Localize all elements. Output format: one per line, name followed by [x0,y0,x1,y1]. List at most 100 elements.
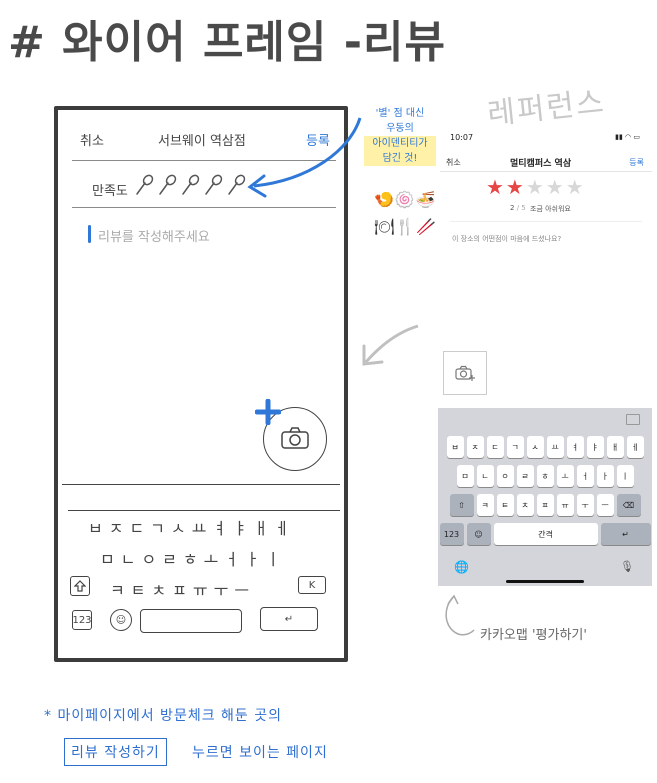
keyboard-top-line [62,484,340,485]
review-input[interactable]: 리뷰를 작성해주세요 [98,226,210,245]
key[interactable]: ㅂ [446,436,464,458]
key[interactable]: ㄷ [486,436,504,458]
emoji-key[interactable]: ☺ [110,609,132,631]
arrow-icon [445,594,475,636]
arrow-icon [247,117,362,198]
key[interactable]: ㅁ [456,465,474,487]
space-key[interactable] [140,609,242,633]
cancel-button[interactable]: 취소 [446,157,461,168]
keyboard-row-1[interactable]: ㅂㅈㄷㄱㅅㅛㅕㅑㅐㅔ [88,515,295,539]
keyboard-row-3[interactable]: ㅋㅌㅊㅍㅠㅜㅡ [110,577,255,601]
camera-plus-icon [455,365,475,381]
text-cursor [88,225,91,243]
key[interactable]: ㅓ [576,465,594,487]
store-name: 멀티캠퍼스 역삼 [510,159,572,169]
camera-icon [281,427,309,449]
review-question-input[interactable]: 이 장소의 어떤점이 마음에 드셨나요? [452,234,561,244]
score-total: / 5 [516,204,526,212]
key[interactable]: ㅑ [586,436,604,458]
annotation-line: '별' 점 대신 [375,108,425,119]
reference-screen: 10:07 ▮▮ ◠ ▭ 취소 멀티캠퍼스 역삼 등록 ★★★★★ 2 / 5 … [440,127,652,255]
key[interactable]: ㅊ [516,494,534,516]
utensil-icons: 🍽🍴🥢 [374,217,438,236]
space-key[interactable]: 간격 [493,523,598,545]
reference-keyboard: ㅂ ㅈ ㄷ ㄱ ㅅ ㅛ ㅕ ㅑ ㅐ ㅔ ㅁ ㄴ ㅇ ㄹ ㅎ ㅗ ㅓ ㅏ ㅣ ⇧ … [438,408,652,586]
reference-caption: 카카오맵 '평가하기' [480,628,587,643]
spoon-icon[interactable] [203,174,223,196]
key[interactable]: ㅌ [496,494,514,516]
star-icon[interactable]: ★★★ [526,175,586,199]
star-rating[interactable]: ★★★★★ [486,175,586,199]
microphone-icon[interactable]: 🎙 [620,560,634,573]
number-key[interactable]: 123 [439,523,464,545]
page-title: # 와이어 프레임 -리뷰 [8,17,446,68]
key[interactable]: ㅈ [466,436,484,458]
shift-key[interactable] [70,576,90,596]
arrow-icon [362,324,419,366]
key[interactable]: ㅜ [576,494,594,516]
enter-key[interactable]: ↵ [600,523,651,545]
rating-divider [72,207,336,208]
key[interactable]: ㅡ [596,494,614,516]
note-line-1: * 마이페이지에서 방문체크 해둔 곳의 [44,708,282,724]
plus-icon [255,399,281,425]
key[interactable]: ㅠ [556,494,574,516]
photo-add-button[interactable] [443,351,487,395]
cancel-button[interactable]: 취소 [80,130,104,149]
keyboard-row-3: ⇧ ㅋ ㅌ ㅊ ㅍ ㅠ ㅜ ㅡ ⌫ [438,494,652,516]
key[interactable]: ㄱ [506,436,524,458]
score-number: 2 [510,204,515,212]
reference-label: 레퍼런스 [485,84,608,133]
key[interactable]: ㅣ [616,465,634,487]
submit-button[interactable]: 등록 [629,157,644,168]
food-icons: 🍤🍥🍜 [374,190,437,209]
annotation-line: 우동의 [386,123,414,134]
key[interactable]: ㅎ [536,465,554,487]
key[interactable]: ㄴ [476,465,494,487]
home-indicator[interactable] [506,580,584,583]
annotation-line: 아이덴티티가 [364,136,436,151]
header-divider [440,171,652,172]
key[interactable]: ㅕ [566,436,584,458]
note-line-2: 누르면 보이는 페이지 [192,745,328,761]
emoji-key[interactable]: ☺ [466,523,491,545]
spoon-icon[interactable] [157,174,177,196]
star-icon[interactable]: ★★ [486,175,526,199]
keyboard-row-4: 123 ☺ 간격 ↵ [438,523,652,545]
status-time: 10:07 [450,133,474,142]
backspace-key[interactable]: ⌫ [616,494,641,516]
key[interactable]: ㅗ [556,465,574,487]
shift-icon [74,580,86,592]
keyboard-icon[interactable] [626,414,640,425]
key[interactable]: ㅋ [476,494,494,516]
globe-icon[interactable]: 🌐 [454,560,469,574]
shift-key[interactable]: ⇧ [449,494,474,516]
number-key[interactable]: 123 [72,610,92,630]
key[interactable]: ㅛ [546,436,564,458]
satisfaction-label: 만족도 [92,184,128,199]
enter-key[interactable]: ↵ [260,607,318,631]
key[interactable]: ㅔ [626,436,644,458]
store-name: 서브웨이 역삼점 [158,134,246,149]
annotation-line: 담긴 것! [364,151,436,166]
divider [450,221,642,222]
key[interactable]: ㅐ [606,436,624,458]
score-hint: 조금 아쉬워요 [530,205,571,213]
key[interactable]: ㅇ [496,465,514,487]
keyboard-divider [68,510,340,511]
key[interactable]: ㅏ [596,465,614,487]
key[interactable]: ㅍ [536,494,554,516]
key[interactable]: ㅅ [526,436,544,458]
keyboard-row-1: ㅂ ㅈ ㄷ ㄱ ㅅ ㅛ ㅕ ㅑ ㅐ ㅔ [438,436,652,458]
key[interactable]: ㄹ [516,465,534,487]
keyboard-row-2[interactable]: ㅁㄴㅇㄹㅎㅗㅓㅏㅣ [100,546,286,570]
backspace-key[interactable]: K [298,576,326,594]
keyboard-row-2: ㅁ ㄴ ㅇ ㄹ ㅎ ㅗ ㅓ ㅏ ㅣ [438,465,652,487]
spoon-rating[interactable] [134,174,246,196]
status-icons: ▮▮ ◠ ▭ [615,133,640,141]
spoon-icon[interactable] [134,174,154,196]
score-value: 2 / 5 [510,204,526,212]
spoon-icon[interactable] [180,174,200,196]
annotation-text: '별' 점 대신 우동의 아이덴티티가 담긴 것! [364,106,436,166]
write-review-highlight: 리뷰 작성하기 [64,738,167,766]
